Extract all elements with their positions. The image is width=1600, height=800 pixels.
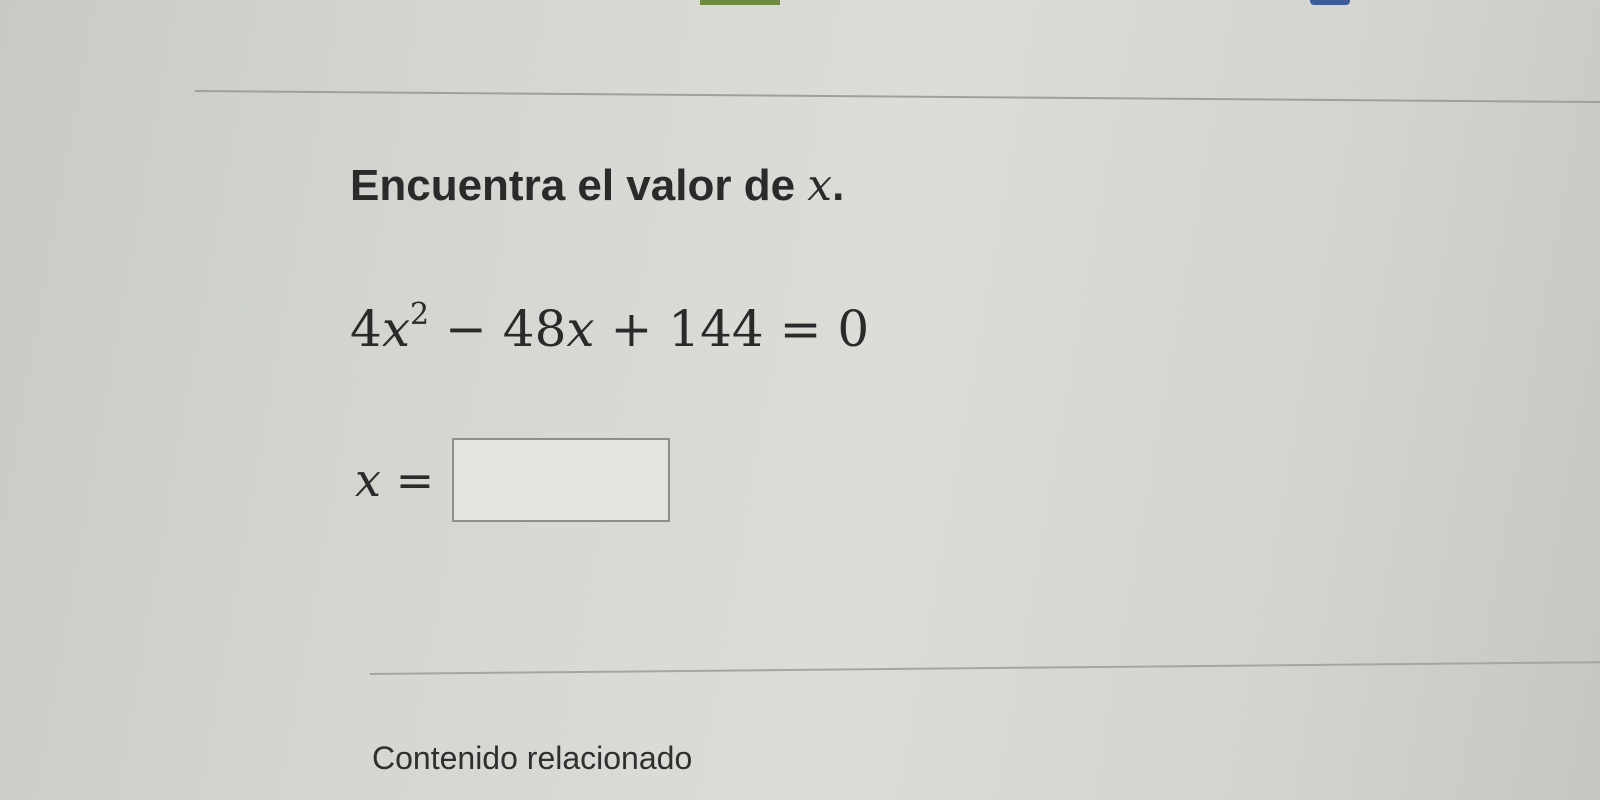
- question-suffix: .: [832, 161, 845, 210]
- equation-tail: + 144 = 0: [594, 300, 870, 358]
- answer-label: x =: [355, 453, 435, 507]
- question-prompt: Encuentra el valor de x.: [350, 160, 844, 211]
- answer-input[interactable]: [452, 438, 671, 522]
- bottom-divider: [369, 661, 1600, 675]
- related-content-heading: Contenido relacionado: [372, 740, 693, 776]
- question-variable: x: [807, 160, 833, 211]
- bookmark-icon-blue[interactable]: [1310, 0, 1350, 5]
- answer-row: x =: [355, 435, 671, 525]
- browser-bookmarks-strip: [0, 0, 1600, 14]
- equation-exponent: 2: [410, 297, 430, 333]
- equation-middle-term: − 48: [429, 300, 567, 358]
- bookmark-icon-green[interactable]: [700, 0, 780, 5]
- top-divider: [194, 90, 1600, 104]
- question-prefix: Encuentra el valor de: [350, 161, 808, 210]
- equation-variable-2: x: [566, 300, 595, 358]
- equation-coefficient: 4: [350, 300, 382, 358]
- equation: 4x2 − 48x + 144 = 0: [350, 297, 870, 358]
- equation-variable: x: [381, 300, 411, 358]
